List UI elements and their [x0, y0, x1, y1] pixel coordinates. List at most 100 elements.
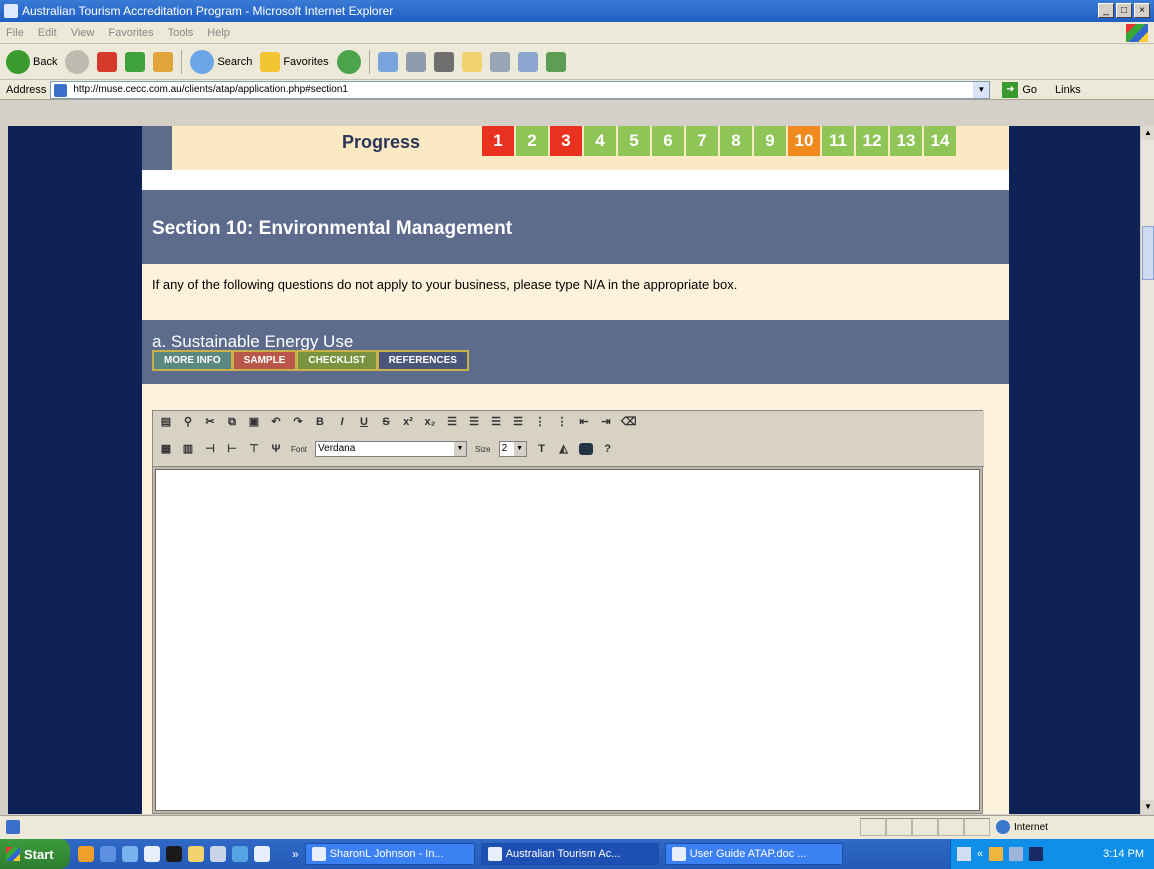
task-button-3[interactable]: User Guide ATAP.doc ... [664, 843, 843, 865]
minimize-button[interactable]: _ [1098, 3, 1114, 18]
language-icon[interactable] [957, 847, 971, 861]
app-icon[interactable] [232, 846, 248, 862]
font-select[interactable]: Verdana ▼ [315, 441, 468, 457]
progress-step-3[interactable]: 3 [550, 126, 582, 156]
editor-text-area[interactable] [155, 469, 980, 811]
copy-icon[interactable]: ⧉ [225, 415, 239, 429]
favorites-button[interactable]: Favorites [260, 51, 329, 72]
insert-column-icon[interactable]: ⊣ [203, 442, 217, 456]
word-icon[interactable] [254, 846, 270, 862]
progress-step-4[interactable]: 4 [584, 126, 616, 156]
delete-row-icon[interactable]: Ψ [269, 442, 283, 456]
more-info-button[interactable]: MORE INFO [154, 352, 231, 369]
align-right-icon[interactable]: ☰ [489, 415, 503, 429]
progress-step-5[interactable]: 5 [618, 126, 650, 156]
underline-icon[interactable]: U [357, 415, 371, 429]
ie-icon[interactable] [100, 846, 116, 862]
progress-step-10[interactable]: 10 [788, 126, 820, 156]
superscript-icon[interactable]: x² [401, 415, 415, 429]
eraser-icon[interactable]: ⌫ [621, 415, 637, 429]
task-button-1[interactable]: SharonL Johnson - In... [304, 843, 475, 865]
refresh-icon[interactable] [125, 51, 146, 72]
menu-tools[interactable]: Tools [168, 27, 194, 39]
progress-step-13[interactable]: 13 [890, 126, 922, 156]
undo-icon[interactable]: ↶ [269, 415, 283, 429]
align-center-icon[interactable]: ☰ [467, 415, 481, 429]
references-button[interactable]: REFERENCES [378, 352, 467, 369]
progress-step-12[interactable]: 12 [856, 126, 888, 156]
chevron-down-icon[interactable]: ▼ [513, 442, 526, 456]
progress-step-9[interactable]: 9 [754, 126, 786, 156]
menu-help[interactable]: Help [207, 27, 230, 39]
menu-favorites[interactable]: Favorites [108, 27, 153, 39]
print-icon[interactable] [405, 51, 426, 72]
cut-icon[interactable]: ✂ [203, 415, 217, 429]
word-paste-icon[interactable] [578, 443, 593, 455]
outdent-icon[interactable]: ⇤ [577, 415, 591, 429]
chevron-right-icon[interactable]: » [292, 847, 299, 861]
home-icon[interactable] [153, 51, 174, 72]
find-icon[interactable]: ⚲ [181, 415, 195, 429]
progress-step-6[interactable]: 6 [652, 126, 684, 156]
links-button[interactable]: Links [1055, 84, 1081, 96]
chevron-down-icon[interactable]: ▼ [454, 442, 467, 456]
stop-icon[interactable] [97, 51, 118, 72]
back-button[interactable]: Back [6, 49, 57, 74]
progress-step-11[interactable]: 11 [822, 126, 854, 156]
insert-table-icon[interactable]: ▥ [181, 442, 195, 456]
align-left-icon[interactable]: ☰ [445, 415, 459, 429]
messenger-icon[interactable] [517, 51, 538, 72]
maximize-button[interactable]: □ [1116, 3, 1132, 18]
bulleted-list-icon[interactable]: ⋮ [555, 415, 569, 429]
command-icon[interactable] [166, 846, 182, 862]
paste-icon[interactable]: ▣ [247, 415, 261, 429]
ordered-list-icon[interactable]: ⋮ [533, 415, 547, 429]
firefox-icon[interactable] [78, 846, 94, 862]
address-input[interactable]: http://muse.cecc.com.au/clients/atap/app… [50, 80, 991, 99]
folder-icon[interactable] [461, 51, 482, 72]
progress-step-8[interactable]: 8 [720, 126, 752, 156]
chevron-down-icon[interactable]: ▼ [973, 81, 990, 98]
source-icon[interactable]: ▤ [159, 415, 173, 429]
subscript-icon[interactable]: x₂ [423, 415, 437, 429]
scroll-thumb[interactable] [1142, 226, 1154, 280]
size-select[interactable]: 2 ▼ [498, 441, 527, 457]
menu-edit[interactable]: Edit [38, 27, 57, 39]
text-color-icon[interactable]: T [535, 442, 549, 456]
monitor-icon[interactable] [1029, 847, 1044, 861]
history-icon[interactable] [336, 49, 361, 74]
search-button[interactable]: Search [190, 49, 252, 74]
delete-column-icon[interactable]: ⊤ [247, 442, 261, 456]
strikethrough-icon[interactable]: S [379, 415, 393, 429]
research-icon[interactable] [489, 51, 510, 72]
highlight-icon[interactable]: ◭ [557, 442, 571, 456]
media-player-icon[interactable] [144, 846, 160, 862]
bold-icon[interactable]: B [313, 415, 327, 429]
checklist-button[interactable]: CHECKLIST [298, 352, 376, 369]
justify-icon[interactable]: ☰ [511, 415, 525, 429]
menu-file[interactable]: File [6, 27, 24, 39]
italic-icon[interactable]: I [335, 415, 349, 429]
help-icon[interactable]: ? [601, 442, 615, 456]
indent-icon[interactable]: ⇥ [599, 415, 613, 429]
start-button[interactable]: Start [0, 839, 70, 869]
go-button[interactable]: ➜ Go [1002, 81, 1037, 98]
close-button[interactable]: × [1134, 3, 1150, 18]
sample-button[interactable]: SAMPLE [233, 352, 296, 369]
menu-view[interactable]: View [71, 27, 95, 39]
task-button-2[interactable]: Australian Tourism Ac... [480, 843, 659, 865]
insert-row-icon[interactable]: ⊢ [225, 442, 239, 456]
users-icon[interactable] [545, 51, 566, 72]
redo-icon[interactable]: ↷ [291, 415, 305, 429]
volume-icon[interactable] [1009, 847, 1024, 861]
progress-step-2[interactable]: 2 [516, 126, 548, 156]
forward-button[interactable] [65, 49, 90, 74]
edit-icon[interactable] [433, 51, 454, 72]
table-icon[interactable]: ▦ [159, 442, 173, 456]
vertical-scrollbar[interactable]: ▲ ▼ [1140, 126, 1154, 814]
outlook-icon[interactable] [122, 846, 138, 862]
tray-chevron-icon[interactable]: « [977, 848, 983, 860]
network-icon[interactable] [989, 847, 1004, 861]
folder-icon[interactable] [188, 846, 204, 862]
progress-step-1[interactable]: 1 [482, 126, 514, 156]
